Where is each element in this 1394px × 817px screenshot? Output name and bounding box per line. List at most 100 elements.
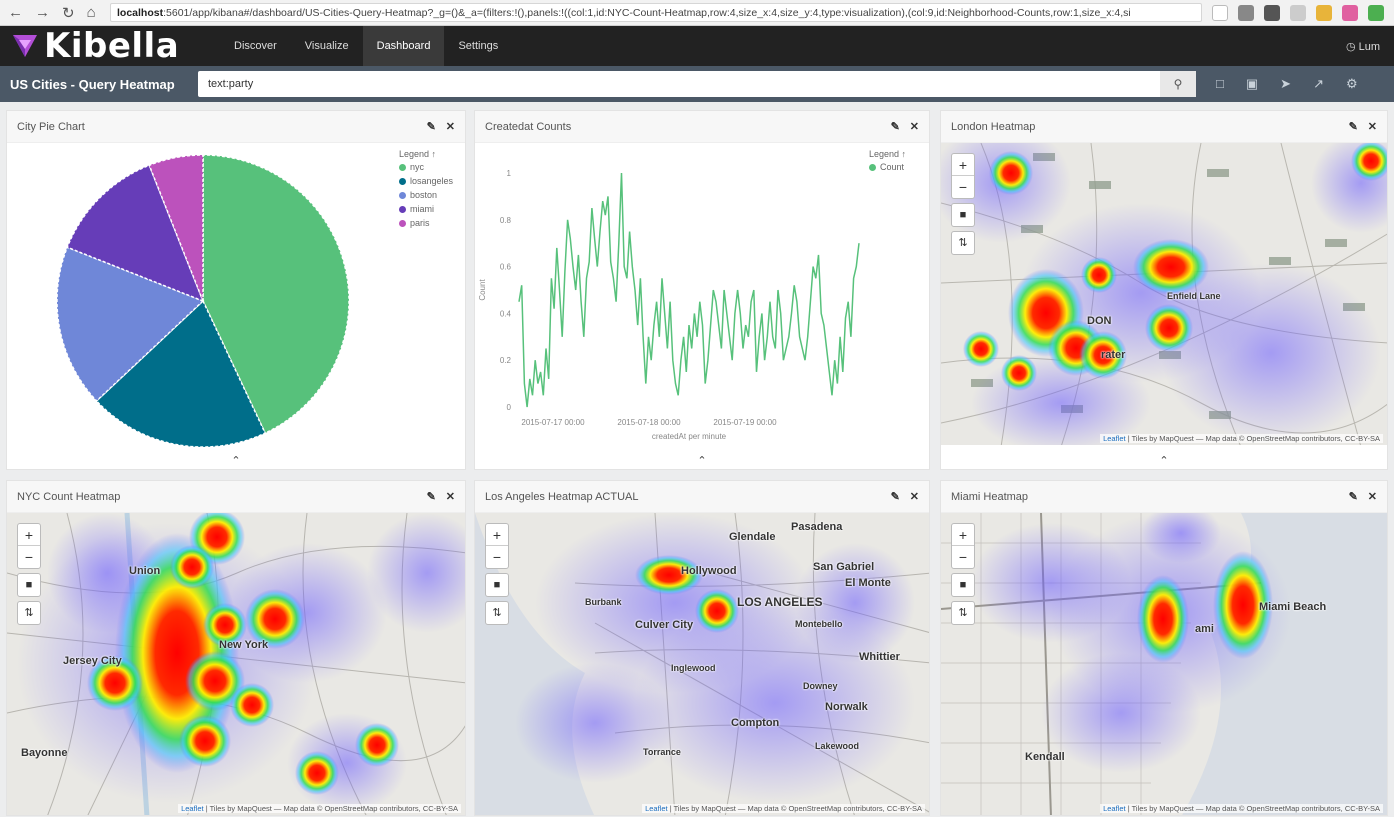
place-label: Enfield Lane [1167, 291, 1221, 301]
place-label: Inglewood [671, 663, 716, 673]
place-label: Norwalk [825, 701, 868, 713]
zoom-control: + − [951, 153, 975, 199]
heat-spot [1137, 575, 1189, 663]
draw-rectangle-button[interactable]: ■ [485, 573, 509, 597]
panel-title: NYC Count Heatmap [17, 490, 121, 503]
london-map[interactable]: DON rater Enfield Lane + − ■ ⇅ Leaflet | … [941, 143, 1387, 445]
nav-discover[interactable]: Discover [220, 26, 291, 66]
close-icon[interactable]: ✕ [910, 490, 919, 503]
leaflet-link[interactable]: Leaflet [1103, 804, 1126, 813]
legend-item[interactable]: paris [399, 218, 453, 228]
edit-icon[interactable]: ✎ [427, 120, 436, 133]
save-icon[interactable]: ▣ [1246, 76, 1258, 92]
heat-spot [295, 751, 339, 795]
draw-rectangle-button[interactable]: ■ [951, 573, 975, 597]
legend-item[interactable]: miami [399, 204, 453, 214]
zoom-out-button[interactable]: − [952, 546, 974, 568]
user-label: Lum [1358, 40, 1380, 53]
x-axis-label: createdAt per minute [652, 432, 727, 441]
place-label: Kendall [1025, 751, 1065, 763]
nyc-map[interactable]: Union Jersey City New York Bayonne + − ■ … [7, 513, 465, 815]
heat-haze [1161, 263, 1381, 443]
edit-icon[interactable]: ✎ [891, 490, 900, 503]
london-heatmap-panel: London Heatmap ✎ ✕ DON rater Enfield Lan… [940, 110, 1388, 470]
place-label: Whittier [859, 651, 900, 663]
fit-bounds-button[interactable]: ⇅ [485, 601, 509, 625]
la-map[interactable]: Pasadena Glendale Hollywood LOS ANGELES … [475, 513, 929, 815]
address-bar[interactable]: localhost:5601/app/kibana#/dashboard/US-… [110, 3, 1202, 22]
series-line-count[interactable] [518, 172, 860, 408]
legend-item[interactable]: nyc [399, 162, 453, 172]
place-label: Torrance [643, 747, 681, 757]
y-tick-label: 0.6 [500, 263, 512, 272]
leaflet-link[interactable]: Leaflet [645, 804, 668, 813]
map-attribution: Leaflet | Tiles by MapQuest — Map data ©… [642, 804, 925, 813]
heat-spot [179, 715, 231, 767]
close-icon[interactable]: ✕ [446, 120, 455, 133]
edit-icon[interactable]: ✎ [1349, 490, 1358, 503]
star-icon[interactable] [1212, 4, 1228, 21]
close-icon[interactable]: ✕ [446, 490, 455, 503]
zoom-in-button[interactable]: + [486, 524, 508, 546]
place-label: Jersey City [63, 655, 122, 667]
home-icon[interactable]: ⌂ [87, 4, 96, 22]
fit-bounds-button[interactable]: ⇅ [17, 601, 41, 625]
x-tick-label: 2015-07-19 00:00 [713, 418, 777, 427]
extension-icon[interactable] [1290, 4, 1306, 21]
zoom-out-button[interactable]: − [952, 176, 974, 198]
zoom-in-button[interactable]: + [952, 524, 974, 546]
place-label: San Gabriel [813, 561, 875, 573]
leaflet-link[interactable]: Leaflet [181, 804, 204, 813]
collapse-icon[interactable]: ⌃ [231, 454, 240, 467]
add-panel-icon[interactable]: ⚙ [1346, 76, 1358, 92]
leaflet-link[interactable]: Leaflet [1103, 434, 1126, 443]
zoom-out-button[interactable]: − [486, 546, 508, 568]
nav-visualize[interactable]: Visualize [291, 26, 363, 66]
nav-settings[interactable]: Settings [444, 26, 512, 66]
map-attribution: Leaflet | Tiles by MapQuest — Map data ©… [1100, 804, 1383, 813]
miami-map[interactable]: Miami Beach Kendall ami + − ■ ⇅ Leaflet |… [941, 513, 1387, 815]
query-input[interactable]: text:party ⚲ [198, 71, 1196, 97]
legend-item[interactable]: Count [869, 162, 906, 172]
panel-title: Miami Heatmap [951, 490, 1029, 503]
kibella-logo[interactable]: Kibella [0, 26, 220, 66]
back-icon[interactable]: ← [8, 4, 23, 22]
draw-rectangle-button[interactable]: ■ [17, 573, 41, 597]
pie-chart [56, 154, 350, 448]
draw-rectangle-button[interactable]: ■ [951, 203, 975, 227]
share-icon[interactable]: ↗ [1313, 76, 1324, 92]
nyc-heatmap-panel: NYC Count Heatmap ✎ ✕ Union Jersey City N… [6, 480, 466, 816]
extension-icon[interactable] [1342, 4, 1358, 21]
extension-icon[interactable] [1316, 4, 1332, 21]
edit-icon[interactable]: ✎ [427, 490, 436, 503]
fit-bounds-button[interactable]: ⇅ [951, 601, 975, 625]
nav-dashboard[interactable]: Dashboard [362, 26, 445, 66]
legend-item[interactable]: boston [399, 190, 453, 200]
line-chart-panel: Createdat Counts ✎ ✕ 1 0.8 0.6 0.4 0.2 0 Count 2… [474, 110, 930, 470]
close-icon[interactable]: ✕ [1368, 120, 1377, 133]
search-icon[interactable]: ⚲ [1160, 71, 1196, 97]
open-icon[interactable]: ➤ [1280, 76, 1291, 92]
zoom-out-button[interactable]: − [18, 546, 40, 568]
reload-icon[interactable]: ↻ [62, 4, 75, 22]
edit-icon[interactable]: ✎ [891, 120, 900, 133]
forward-icon[interactable]: → [35, 4, 50, 22]
extension-icon[interactable] [1368, 4, 1384, 21]
collapse-icon[interactable]: ⌃ [697, 454, 706, 467]
close-icon[interactable]: ✕ [1368, 490, 1377, 503]
extension-icon[interactable] [1238, 4, 1254, 21]
zoom-in-button[interactable]: + [18, 524, 40, 546]
close-icon[interactable]: ✕ [910, 120, 919, 133]
new-dashboard-icon[interactable]: □ [1216, 76, 1224, 92]
fit-bounds-button[interactable]: ⇅ [951, 231, 975, 255]
time-picker[interactable]: ◷ Lum [1346, 40, 1394, 53]
zoom-in-button[interactable]: + [952, 154, 974, 176]
legend-item[interactable]: losangeles [399, 176, 453, 186]
collapse-icon[interactable]: ⌃ [1159, 454, 1168, 467]
heat-spot [1133, 239, 1209, 295]
edit-icon[interactable]: ✎ [1349, 120, 1358, 133]
pen-icon[interactable] [1264, 4, 1280, 21]
heat-spot [695, 589, 739, 633]
place-label: Hollywood [681, 565, 737, 577]
zoom-control: + − [485, 523, 509, 569]
